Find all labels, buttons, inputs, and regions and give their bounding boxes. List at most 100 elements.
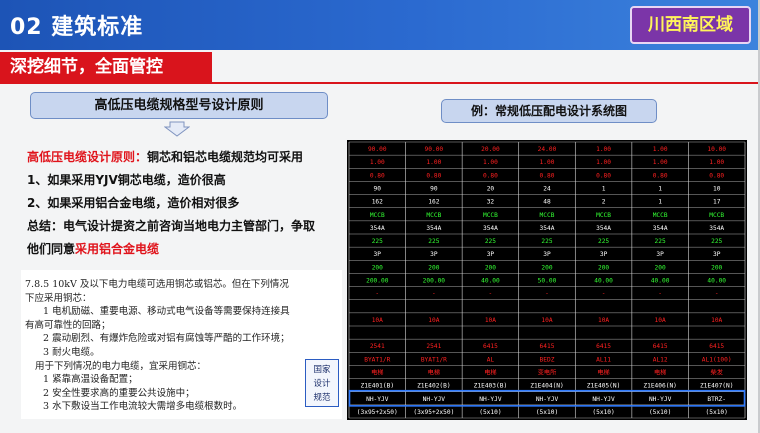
cad-cell-text: 354A [540,225,555,232]
cad-cell-text: 10A [598,317,609,324]
cad-cell-text: 162 [428,199,439,206]
cad-cell-text: 0.80 [370,172,385,179]
cad-cell-text: 2541 [426,343,441,350]
cad-cell-text: 354A [370,225,385,232]
cad-cell-text: 1.00 [709,159,724,166]
cad-cell-text: 0.80 [426,172,441,179]
cad-cell-text: - [432,291,436,298]
cad-cell-text: 20 [487,186,495,193]
cad-cell-text: 354A [709,225,724,232]
cad-cell-text: 90.00 [368,146,387,153]
code-line: 用于下列情况的电力电缆，宜采用铜芯： [35,360,207,372]
cad-cell-text: 225 [372,238,383,245]
cad-cell-text: 200 [655,264,666,271]
cad-cell-text: - [602,291,606,298]
region-badge: 川西南区域 [630,6,751,44]
cad-cell-text: 0.80 [709,172,724,179]
cad-cell-text: 2541 [370,343,385,350]
cad-cell-text: 200 [711,264,722,271]
cad-cell-text: 1.00 [596,159,611,166]
cad-cell-text: 0.80 [653,172,668,179]
page-title: 02 建筑标准 [10,15,144,40]
cad-cell-text: 电梯 [654,369,666,377]
cad-cell-text: BYAT1/R [421,356,447,363]
principle-lead-text: 铜芯和铝芯电缆规范均可采用 [147,150,304,164]
cad-cell-text: MCCB [596,212,611,219]
cad-cell-text: 225 [711,238,722,245]
code-line: 2 震动剧烈、有爆炸危险或对铝有腐蚀等严酷的工作环境； [43,333,290,345]
principle-item-2: 2、如果采用铝合金电缆，造价相对很多 [27,196,240,210]
cad-cell-text: - [715,291,719,298]
cad-cell-text: (5x10) [536,409,558,416]
cad-cell-text: 225 [428,238,439,245]
cad-cell-text: NH-YJV [479,396,502,403]
cad-cell-text: 3P [600,251,608,258]
cad-cell-text: 200 [485,264,496,271]
cad-cell-text: 1.00 [426,159,441,166]
cad-cell-text: (5x10) [706,409,728,416]
cad-cell-text: NH-YJV [536,396,559,403]
cad-cell-text: 1.00 [653,159,668,166]
cad-cell-text: AL12 [653,356,668,363]
cad-cell-text: 354A [596,225,611,232]
cad-cell-text: 6415 [596,343,611,350]
cad-cell-text: 225 [485,238,496,245]
cad-cell-text: 3P [430,251,438,258]
cad-cell-text: MCCB [540,212,555,219]
down-arrow-icon [164,121,190,137]
cad-cell-text: 电梯 [428,369,440,377]
cad-cell-text: Z1E406(N) [643,383,677,390]
cad-cell-text: 200.00 [423,278,446,285]
section-divider [0,82,760,84]
badge-line: 国家 [313,365,331,375]
cad-cell-text: Z1E404(N) [530,383,564,390]
code-line: 1 电机励磁、重要电源、移动式电气设备等需要保持连接具 [43,306,290,318]
cad-cell-text: NH-YJV [366,396,389,403]
cad-cell-text: Z1E402(B) [417,383,451,390]
code-line: 1 紧靠高温设备配置； [43,374,138,386]
cad-cell-text: 225 [655,238,666,245]
cad-cell-text: 1.00 [483,159,498,166]
principle-summary-1: 总结：电气设计提资之前咨询当地电力主管部门，争取 [27,219,316,233]
cad-cell-text: 2 [602,199,606,206]
slide: 02 建筑标准 川西南区域 深挖细节，全面管控 高低压电缆规格型号设计原则 例：… [0,0,760,433]
cad-cell-text: 变电所 [538,369,557,377]
cad-cell-text: 225 [541,238,552,245]
badge-line: 规范 [313,393,331,403]
cad-cell-text: 200 [372,264,383,271]
code-line: 下应采用铜芯： [25,292,92,304]
cad-cell-text: 40.00 [707,278,726,285]
cad-cell-text: 0.80 [483,172,498,179]
cad-cell-text: 3P [487,251,495,258]
code-line: 7.8.5 10kV 及以下电力电缆可选用铜芯或铝芯。但在下列情况 [25,279,289,290]
cad-cell-text: (5x10) [592,409,614,416]
cad-cell-text: 10.00 [707,146,726,153]
cad-cell-text: 柴发 [711,369,723,377]
national-code-badge: 国家 设计 规范 [305,359,339,407]
cad-cell-text: (5x10) [479,409,501,416]
cad-cell-text: 162 [372,199,383,206]
cad-cell-text: 354A [426,225,441,232]
cad-cell-text: 50.00 [538,278,557,285]
principle-lead-red: 高低压电缆设计原则： [27,150,148,164]
cad-cell-text: 48 [543,199,551,206]
badge-line: 设计 [313,379,331,389]
cad-cell-text: 6415 [483,343,498,350]
cad-cell-text: 电梯 [597,369,609,377]
cad-cell-text: NH-YJV [649,396,672,403]
summary-prefix: 他们同意 [27,242,76,256]
cad-cell-text: (3x95+2x50) [357,409,398,416]
code-line: 有高可靠性的回路； [25,319,111,331]
principles-block: 高低压电缆设计原则：铜芯和铝芯电缆规范均可采用 1、如果采用YJV铜芯电缆，造价… [27,146,337,261]
cad-cell-text: 40.00 [651,278,670,285]
cad-cell-text: MCCB [709,212,724,219]
cad-cell-text: Z1E401(B) [361,383,395,390]
system-diagram-title: 例：常规低压配电设计系统图 [441,99,657,123]
cad-cell-text: 225 [598,238,609,245]
cad-cell-text: 0.80 [596,172,611,179]
design-principle-title: 高低压电缆规格型号设计原则 [30,92,328,119]
cad-cell-text: 90 [374,186,382,193]
code-line: 3 水下敷设当工作电流较大需增多电缆根数时。 [43,401,243,413]
cad-cell-text: AL [487,356,495,363]
cad-cell-text: 6415 [653,343,668,350]
